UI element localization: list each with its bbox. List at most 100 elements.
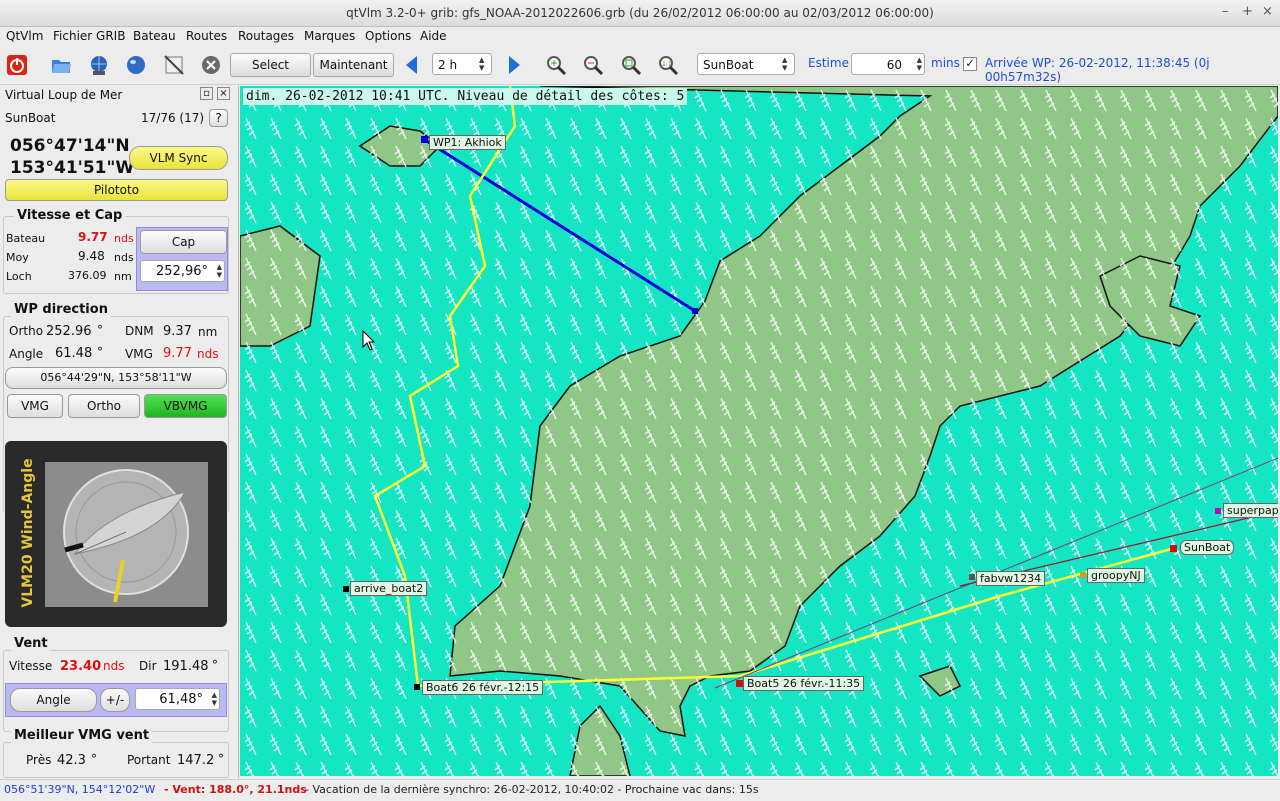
status-sync: - Vacation de la dernière synchro: 26-02… — [305, 783, 759, 796]
time-step-select[interactable]: 2 h ▲ ▼ — [432, 53, 492, 75]
help-button[interactable]: ? — [209, 109, 228, 127]
loch-unit: nm — [114, 270, 132, 283]
moy-label: Moy — [6, 251, 29, 264]
menu-routes[interactable]: Routes — [186, 29, 227, 43]
window-title: qtVlm 3.2-0+ grib: gfs_NOAA-2012022606.g… — [346, 6, 934, 20]
menu-bateau[interactable]: Bateau — [133, 29, 176, 43]
groopy-label[interactable]: groopyNJ — [1087, 568, 1145, 583]
spin-arrows-icon: ▲ ▼ — [216, 263, 222, 279]
maximize-button[interactable]: + — [1242, 4, 1253, 19]
globe-download-icon[interactable] — [88, 54, 110, 76]
ortho-mode-button[interactable]: Ortho — [68, 394, 140, 418]
arrive-boat2-label[interactable]: arrive_boat2 — [350, 581, 428, 596]
zoom-out-icon[interactable] — [582, 54, 604, 76]
ortho-value: 252.96 — [46, 324, 92, 339]
bateau-label: Bateau — [6, 232, 46, 245]
fabvw-label[interactable]: fabvw1234 — [976, 571, 1046, 586]
wind-speed-value: 23.40 — [60, 659, 102, 674]
arrival-checkbox[interactable]: ✓ — [963, 57, 977, 71]
boat-longitude: 153°41'51"W — [10, 158, 135, 178]
spin-arrows-icon: ▲ ▼ — [916, 56, 922, 72]
plus-minus-button[interactable]: +/- — [100, 688, 130, 712]
moy-unit: nds — [114, 251, 134, 264]
wind-dir-value: 191.48 — [163, 659, 209, 674]
cap-button[interactable]: Cap — [140, 230, 227, 254]
zoom-reset-icon[interactable]: 1:1 — [657, 54, 679, 76]
status-wind: - Vent: 188.0°, 21.1nds — [164, 783, 307, 796]
menu-aide[interactable]: Aide — [420, 29, 447, 43]
globe-icon[interactable] — [125, 54, 147, 76]
best-vmg-title: Meilleur VMG vent — [11, 728, 153, 743]
menu-fichier-grib[interactable]: Fichier GRIB — [53, 29, 125, 43]
cap-input[interactable]: 252,96° ▲ ▼ — [140, 260, 225, 282]
close-panel-icon[interactable]: × — [217, 87, 230, 100]
estime-input[interactable]: 60 ▲ ▼ — [851, 53, 925, 75]
pres-unit: ° — [91, 752, 97, 766]
boat-latitude: 056°47'14"N — [10, 136, 130, 156]
ortho-label: Ortho — [9, 324, 44, 338]
power-icon[interactable] — [6, 54, 28, 76]
boat-name: SunBoat — [5, 111, 56, 125]
float-icon[interactable]: ▫ — [200, 87, 213, 100]
angle-input[interactable]: 61,48° ▲ ▼ — [135, 688, 220, 710]
angle-button[interactable]: Angle — [10, 688, 97, 712]
vlm-sync-button[interactable]: VLM Sync — [129, 146, 228, 170]
arrow-right-icon[interactable] — [503, 54, 525, 76]
svg-text:1:1: 1:1 — [662, 61, 672, 68]
wind-angle-dial-icon — [45, 462, 208, 607]
dnm-label: DNM — [125, 324, 154, 338]
wp1-label[interactable]: WP1: Akhiok — [429, 135, 506, 150]
open-folder-icon[interactable] — [50, 54, 72, 76]
boat6-label[interactable]: Boat6 26 févr.-12:15 — [422, 680, 544, 695]
loch-label: Loch — [6, 270, 32, 283]
vmg-mode-button[interactable]: VMG — [7, 394, 63, 418]
boat-panel: Virtual Loup de Mer ▫ × SunBoat 17/76 (1… — [0, 86, 239, 778]
cap-value: 252,96° — [156, 264, 208, 279]
zoom-in-icon[interactable] — [545, 54, 567, 76]
zoom-fit-icon[interactable] — [620, 54, 642, 76]
pres-value: 42.3 — [57, 753, 86, 768]
map-view[interactable]: dim. 26-02-2012 10:41 UTC. Niveau de dét… — [240, 86, 1278, 776]
bateau-unit: nds — [114, 232, 134, 245]
bateau-value: 9.77 — [78, 230, 108, 244]
vbvmg-mode-button[interactable]: VBVMG — [144, 394, 227, 418]
map-canvas[interactable] — [240, 86, 1278, 776]
angle-value: 61.48 — [55, 346, 93, 361]
angle-label: Angle — [9, 347, 44, 361]
menu-routages[interactable]: Routages — [238, 29, 294, 43]
wp-coords-button[interactable]: 056°44'29"N, 153°58'11"W — [5, 367, 227, 389]
map-hide-icon[interactable] — [163, 54, 185, 76]
wind-speed-label: Vitesse — [9, 659, 53, 673]
superpap-label[interactable]: superpap — [1223, 503, 1278, 518]
select-button[interactable]: Select — [230, 53, 311, 77]
pilototo-button[interactable]: Pilototo — [5, 179, 228, 201]
mins-label: mins — [931, 56, 960, 70]
moy-value: 9.48 — [78, 249, 105, 263]
wind-dir-unit: ° — [212, 658, 218, 672]
sunboat-label[interactable]: SunBoat — [1180, 540, 1235, 555]
boat5-label[interactable]: Boat5 26 févr.-11:35 — [743, 676, 865, 691]
spin-arrows-icon: ▲ ▼ — [479, 56, 485, 72]
boat-rank: 17/76 (17) — [141, 111, 205, 125]
speed-heading-title: Vitesse et Cap — [14, 208, 126, 223]
portant-value: 147.2 — [177, 753, 215, 768]
mouse-cursor-icon — [362, 330, 376, 351]
menu-options[interactable]: Options — [365, 29, 411, 43]
wind-dir-label: Dir — [139, 659, 157, 673]
minimize-button[interactable]: – — [1222, 4, 1229, 19]
close-window-button[interactable]: × — [1262, 4, 1273, 19]
title-bar: qtVlm 3.2-0+ grib: gfs_NOAA-2012022606.g… — [0, 0, 1280, 27]
time-step-value: 2 h — [438, 58, 458, 72]
boat-select[interactable]: SunBoat ▲ ▼ — [697, 53, 795, 75]
cancel-icon[interactable] — [200, 54, 222, 76]
menu-marques[interactable]: Marques — [304, 29, 355, 43]
boat-select-value: SunBoat — [703, 58, 754, 72]
menu-qtvlm[interactable]: QtVlm — [6, 29, 43, 43]
arrival-label: Arrivée WP: 26-02-2012, 11:38:45 (0j 00h… — [985, 56, 1210, 84]
now-button[interactable]: Maintenant — [313, 53, 394, 77]
wind-speed-unit: nds — [103, 659, 125, 673]
spin-arrows-icon: ▲ ▼ — [782, 56, 788, 72]
arrow-left-icon[interactable] — [401, 54, 423, 76]
status-bar: 056°51'39"N, 154°12'02"W - Vent: 188.0°,… — [0, 779, 1280, 801]
estime-value: 60 — [886, 58, 902, 72]
